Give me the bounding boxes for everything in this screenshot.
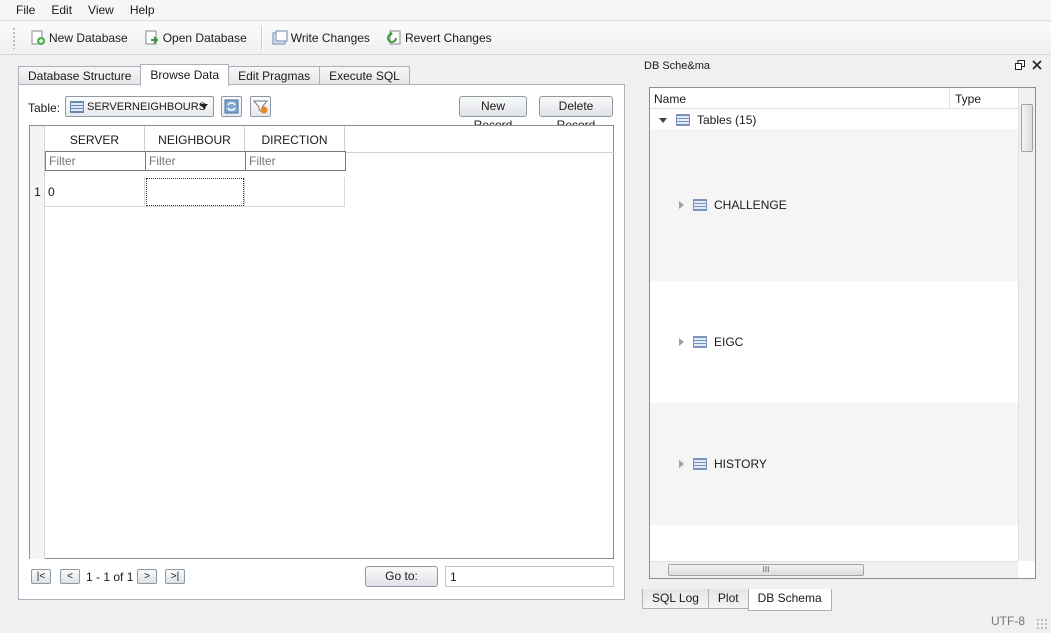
last-page-button[interactable]: >| (165, 569, 185, 584)
encoding-label: UTF-8 (991, 614, 1025, 628)
cell-direction[interactable] (245, 177, 345, 207)
size-grip-icon[interactable] (1036, 618, 1048, 630)
schema-tree: Name Type Tables (15) CHALLENGE EIGC HIS… (649, 87, 1036, 579)
write-changes-button[interactable]: Write Changes (266, 25, 376, 51)
goto-input[interactable]: 1 (445, 566, 614, 587)
prev-page-button[interactable]: < (60, 569, 80, 584)
cell-server[interactable]: 0 (45, 177, 145, 207)
delete-record-button[interactable]: Delete Record (539, 96, 613, 132)
column-header-neighbour[interactable]: NEIGHBOUR (145, 126, 245, 152)
tab-database-structure[interactable]: Database Structure (18, 66, 142, 86)
first-page-button[interactable]: |< (31, 569, 51, 584)
open-database-icon (144, 30, 160, 46)
menu-bar: File Edit View Help (0, 0, 1051, 21)
row-header-column (30, 152, 45, 559)
tab-execute-sql[interactable]: Execute SQL (319, 66, 410, 86)
revert-changes-label: Revert Changes (404, 31, 492, 45)
table-icon (693, 336, 707, 348)
write-changes-label: Write Changes (290, 31, 370, 45)
cell-neighbour[interactable] (145, 177, 245, 207)
open-database-label: Open Database (162, 31, 247, 45)
table-select-value: SERVERNEIGHBOURS (87, 100, 206, 113)
tab-db-schema[interactable]: DB Schema (747, 589, 832, 611)
data-grid: SERVER NEIGHBOUR DIRECTION 1 0 (29, 125, 614, 559)
new-database-label: New Database (49, 31, 128, 45)
menu-file[interactable]: File (8, 0, 43, 21)
collapsed-arrow-icon[interactable] (679, 201, 684, 209)
tree-item-challenge[interactable]: CHALLENGE (679, 198, 787, 212)
page-info: 1 - 1 of 1 (86, 570, 134, 584)
new-database-icon (30, 30, 46, 46)
row-number[interactable]: 1 (30, 177, 45, 207)
new-record-button[interactable]: New Record (459, 96, 527, 132)
vertical-scroll-thumb[interactable] (1021, 104, 1033, 152)
tree-item-history[interactable]: HISTORY (679, 457, 767, 471)
tree-item-tables-label: Tables (15) (697, 113, 757, 127)
clear-filter-icon (252, 100, 269, 114)
header-type[interactable]: Type (955, 92, 981, 106)
filter-server-input[interactable] (45, 151, 146, 171)
toolbar-grip-icon[interactable] (12, 27, 16, 49)
header-separator (949, 88, 950, 109)
float-dock-icon[interactable] (1015, 60, 1025, 70)
horizontal-scrollbar[interactable]: III (650, 561, 1018, 578)
collapsed-arrow-icon[interactable] (679, 460, 684, 468)
filter-neighbour-input[interactable] (145, 151, 246, 171)
tab-sql-log[interactable]: SQL Log (642, 589, 709, 609)
toolbar-separator (260, 26, 262, 50)
revert-changes-button[interactable]: Revert Changes (380, 25, 498, 51)
column-header-direction[interactable]: DIRECTION (245, 126, 345, 152)
write-changes-icon (272, 30, 288, 46)
bottom-dock-tabs: SQL Log Plot DB Schema (642, 589, 832, 611)
toolbar: New Database Open Database Write Changes… (0, 22, 1051, 55)
tree-item-eigc-label: EIGC (714, 335, 744, 349)
next-page-button[interactable]: > (137, 569, 157, 584)
close-dock-icon[interactable] (1032, 60, 1042, 70)
menu-view[interactable]: View (80, 0, 122, 21)
tree-item-eigc[interactable]: EIGC (679, 335, 743, 349)
tree-item-challenge-label: CHALLENGE (714, 198, 787, 212)
header-name[interactable]: Name (654, 92, 686, 106)
goto-button[interactable]: Go to: (365, 566, 438, 587)
table-icon (70, 100, 84, 113)
table-label: Table: (28, 101, 61, 115)
vertical-scrollbar[interactable] (1018, 88, 1035, 561)
schema-dock-title: DB Sche&ma (639, 58, 1045, 75)
main-tabs: Database Structure Browse Data Edit Prag… (18, 64, 410, 86)
tab-browse-data[interactable]: Browse Data (140, 64, 230, 86)
open-database-button[interactable]: Open Database (138, 25, 253, 51)
chevron-down-icon (200, 104, 208, 109)
clear-filters-button[interactable] (250, 96, 271, 117)
browse-data-panel: Table: SERVERNEIGHBOURS New Record Delet… (18, 84, 625, 600)
status-bar: UTF-8 (0, 611, 1051, 633)
tree-item-tables[interactable]: Tables (15) (659, 113, 756, 127)
expanded-arrow-icon[interactable] (659, 117, 667, 123)
new-database-button[interactable]: New Database (24, 25, 134, 51)
table-icon (676, 114, 690, 126)
refresh-button[interactable] (221, 96, 242, 117)
refresh-icon (224, 99, 239, 114)
revert-changes-icon (386, 30, 402, 46)
collapsed-arrow-icon[interactable] (679, 338, 684, 346)
horizontal-scroll-thumb[interactable]: III (668, 564, 864, 576)
menu-edit[interactable]: Edit (43, 0, 80, 21)
menu-help[interactable]: Help (122, 0, 163, 21)
table-icon (693, 199, 707, 211)
grid-corner (30, 126, 45, 152)
schema-tree-header: Name Type (650, 88, 1018, 109)
filter-direction-input[interactable] (245, 151, 346, 171)
tree-item-history-label: HISTORY (714, 457, 767, 471)
tree-row (650, 525, 1018, 561)
tab-edit-pragmas[interactable]: Edit Pragmas (228, 66, 321, 86)
table-select[interactable]: SERVERNEIGHBOURS (65, 96, 214, 117)
table-icon (693, 458, 707, 470)
tab-plot[interactable]: Plot (707, 589, 749, 609)
column-header-server[interactable]: SERVER (45, 126, 145, 152)
